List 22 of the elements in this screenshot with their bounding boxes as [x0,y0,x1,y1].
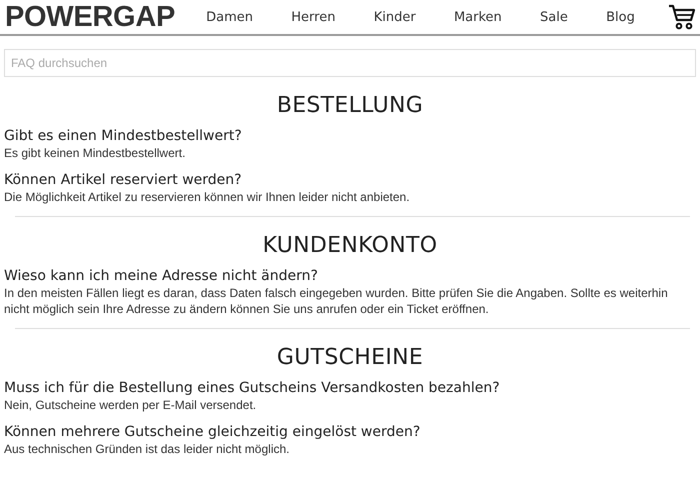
faq-answer: Aus technischen Gründen ist das leider nicht möglich. [4,441,290,457]
faq-answer: Die Möglichkeit Artikel zu reservieren können wir Ihnen leider nicht anbieten. [4,189,411,205]
section-heading: BESTELLUNG [276,93,424,118]
nav-link[interactable]: Damen [206,10,254,24]
faq-answer: Es gibt keinen Mindestbestellwert. [4,145,186,161]
section-heading: KUNDENKONTO [262,233,438,258]
section-heading: GUTSCHEINE [276,345,424,370]
faq-question: Können Artikel reserviert werden? [4,172,243,188]
faq-answer: In den meisten Fällen liegt es daran, dass Daten falsch eingegeben wurden. Bitte prüfen Sie die Angaben. Sollte es weiterhin nicht möglich sein Ihre Adresse zu ändern können Sie uns anrufen oder ein Ticket eröffnen. [4,285,669,317]
cart-icon[interactable] [668,3,696,31]
search-field[interactable]: FAQ durchsuchen [4,49,696,77]
faq-question: Wieso kann ich meine Adresse nicht ändern? [4,268,319,284]
nav-link[interactable]: Herren [291,10,336,24]
nav-link[interactable]: Kinder [374,10,416,24]
faq-question: Gibt es einen Mindestbestellwert? [4,128,243,144]
nav-link[interactable]: Blog [606,10,635,24]
nav-link[interactable]: Sale [540,10,568,24]
faq-answer: Nein, Gutscheine werden per E-Mail versendet. [4,397,258,413]
faq-question: Muss ich für die Bestellung eines Gutscheins Versandkosten bezahlen? [4,380,501,396]
nav-link[interactable]: Marken [454,10,502,24]
faq-question: Können mehrere Gutscheine gleichzeitig eingelöst werden? [4,424,422,440]
logo[interactable]: POWERGAP [5,0,187,34]
